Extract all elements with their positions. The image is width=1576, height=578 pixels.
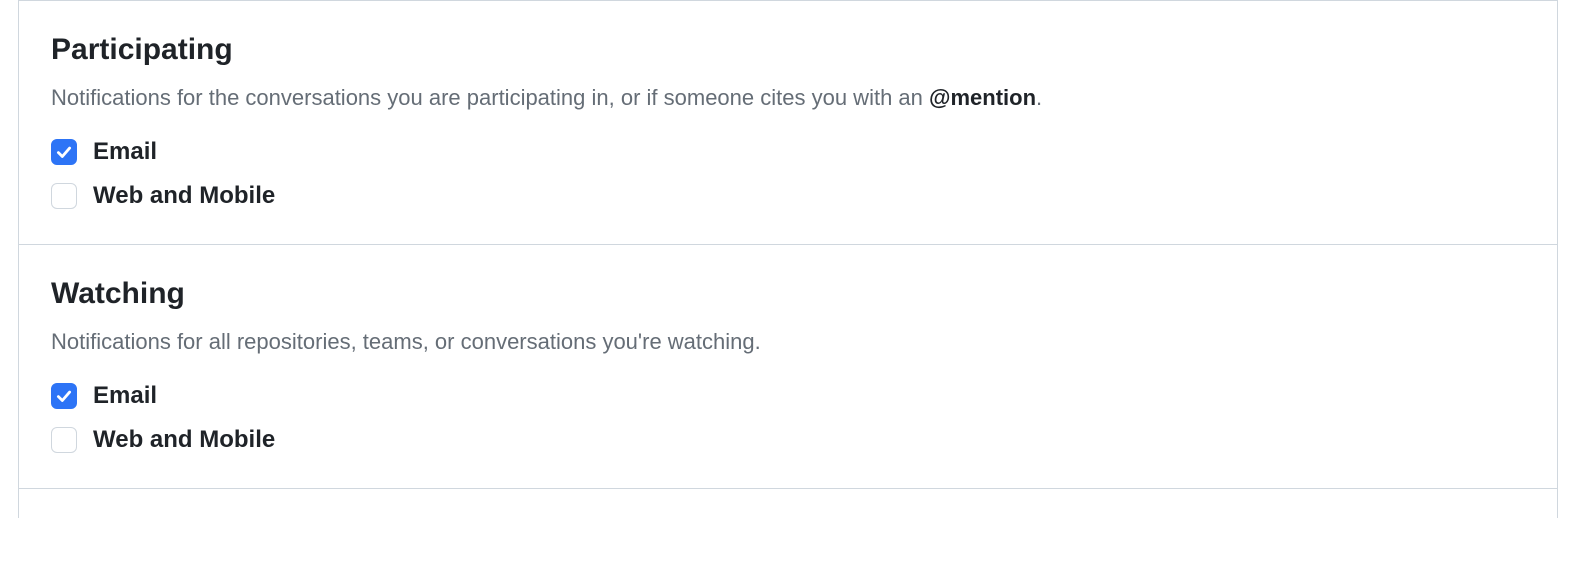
participating-description-pre: Notifications for the conversations you …	[51, 85, 929, 110]
watching-title: Watching	[51, 277, 1525, 311]
check-icon	[55, 387, 73, 405]
participating-webmobile-row: Web and Mobile	[51, 182, 1525, 210]
watching-webmobile-row: Web and Mobile	[51, 426, 1525, 454]
notification-settings: Participating Notifications for the conv…	[18, 0, 1558, 518]
watching-email-row: Email	[51, 382, 1525, 410]
watching-email-checkbox[interactable]	[51, 383, 77, 409]
trailing-section	[19, 488, 1557, 518]
participating-description: Notifications for the conversations you …	[51, 81, 1525, 114]
participating-title: Participating	[51, 33, 1525, 67]
participating-webmobile-label[interactable]: Web and Mobile	[93, 182, 275, 210]
watching-webmobile-label[interactable]: Web and Mobile	[93, 426, 275, 454]
participating-description-mention: @mention	[929, 85, 1036, 110]
watching-description: Notifications for all repositories, team…	[51, 325, 1525, 358]
watching-webmobile-checkbox[interactable]	[51, 427, 77, 453]
participating-email-checkbox[interactable]	[51, 139, 77, 165]
participating-description-post: .	[1036, 85, 1042, 110]
watching-email-label[interactable]: Email	[93, 382, 157, 410]
watching-section: Watching Notifications for all repositor…	[19, 244, 1557, 488]
check-icon	[55, 143, 73, 161]
participating-email-row: Email	[51, 138, 1525, 166]
participating-email-label[interactable]: Email	[93, 138, 157, 166]
participating-section: Participating Notifications for the conv…	[19, 0, 1557, 244]
participating-webmobile-checkbox[interactable]	[51, 183, 77, 209]
